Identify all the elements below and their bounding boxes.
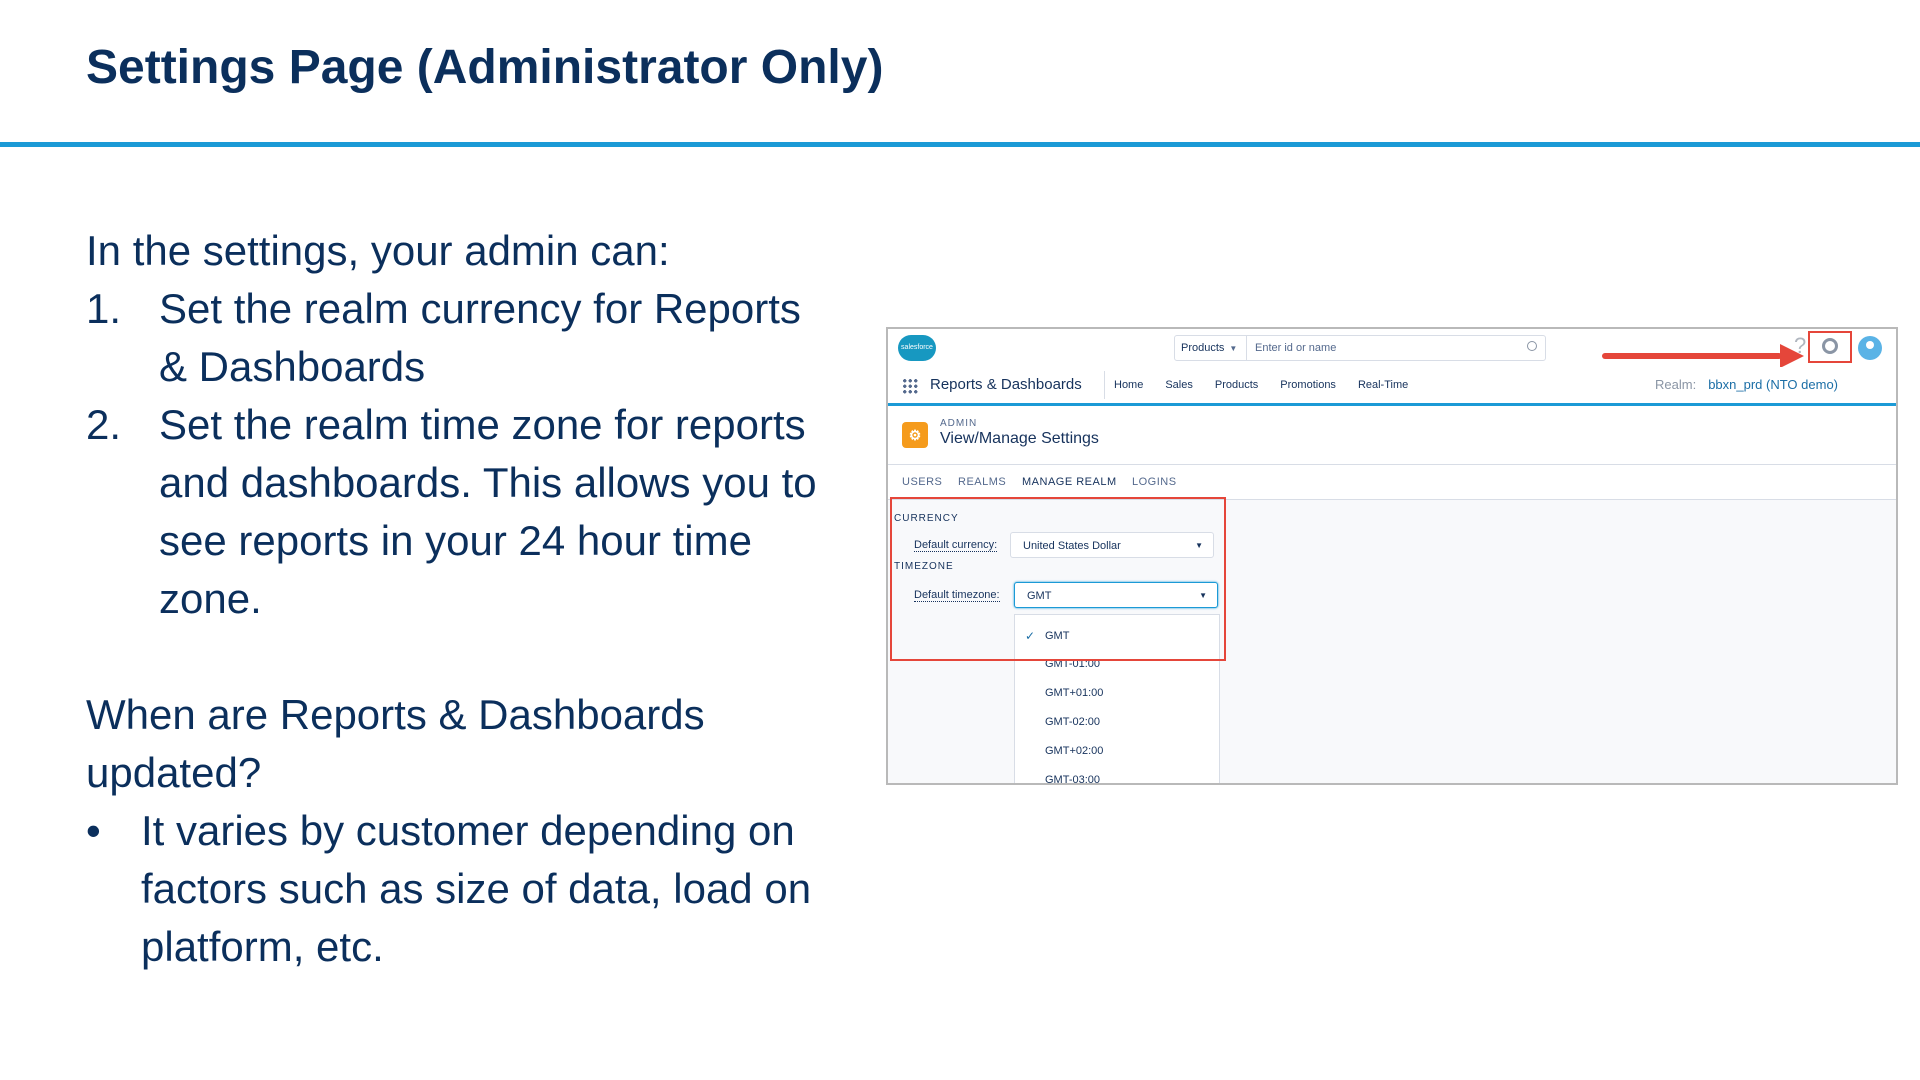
currency-section-label: CURRENCY	[894, 513, 959, 524]
chevron-down-icon: ▼	[1199, 591, 1207, 600]
step-line: Set the realm time zone for reports	[159, 401, 806, 448]
timezone-option[interactable]: GMT-03:00	[1045, 774, 1100, 783]
answer-line: platform, etc.	[141, 923, 384, 970]
step-item: 1. Set the realm currency for Reports & …	[86, 280, 866, 396]
timezone-option[interactable]: GMT-02:00	[1045, 716, 1100, 728]
steps-list: 1. Set the realm currency for Reports & …	[86, 280, 866, 628]
realm-indicator: Realm: bbxn_prd (NTO demo)	[1655, 367, 1838, 403]
global-search[interactable]: Products ▼ Enter id or name	[1174, 335, 1546, 361]
currency-select[interactable]: United States Dollar ▼	[1010, 532, 1214, 558]
app-nav-bar: Reports & Dashboards Home Sales Products Pr…	[888, 367, 1896, 406]
app-name: Reports & Dashboards	[930, 376, 1082, 393]
question-line: updated?	[86, 749, 262, 796]
answer-list: • It varies by customer depending on fac…	[86, 802, 866, 976]
page-header: ⚙ ADMIN View/Manage Settings	[888, 406, 1896, 465]
salesforce-logo-icon[interactable]: salesforce	[898, 335, 936, 361]
callout-arrow-icon	[1602, 353, 1782, 359]
timezone-label: Default timezone:	[914, 589, 1000, 602]
answer-line: It varies by customer depending on	[141, 807, 795, 854]
question-line: When are Reports & Dashboards	[86, 691, 705, 738]
step-number: 2.	[86, 401, 122, 448]
search-scope-label: Products	[1181, 342, 1225, 354]
page-kicker: ADMIN	[940, 418, 978, 429]
question-text: When are Reports & Dashboards updated?	[86, 686, 866, 802]
settings-screenshot: salesforce Products ▼ Enter id or name ? …	[886, 327, 1898, 785]
avatar[interactable]	[1858, 336, 1882, 360]
search-input[interactable]: Enter id or name	[1255, 336, 1336, 360]
tab-realms[interactable]: REALMS	[958, 464, 1006, 500]
realm-label: Realm:	[1655, 377, 1697, 392]
slide-body: In the settings, your admin can: 1. Set …	[86, 222, 866, 976]
settings-tabs: USERS REALMS MANAGE REALM LOGINS	[888, 464, 1896, 502]
step-line: zone.	[159, 575, 262, 622]
chevron-down-icon: ▼	[1229, 344, 1238, 353]
title-divider	[0, 142, 1920, 147]
step-item: 2. Set the realm time zone for reports a…	[86, 396, 866, 628]
bullet-icon: •	[86, 807, 101, 854]
nav-item-products[interactable]: Products	[1215, 379, 1258, 391]
app-launcher-icon[interactable]	[902, 378, 918, 394]
help-icon[interactable]: ?	[1794, 333, 1806, 359]
timezone-option[interactable]: GMT+02:00	[1045, 745, 1103, 757]
page-title: View/Manage Settings	[940, 430, 1099, 447]
global-header: salesforce Products ▼ Enter id or name ?	[888, 329, 1896, 368]
tab-users[interactable]: USERS	[902, 464, 942, 500]
answer-line: factors such as size of data, load on	[141, 865, 812, 912]
nav-item-promotions[interactable]: Promotions	[1280, 379, 1336, 391]
answer-item: • It varies by customer depending on fac…	[86, 802, 866, 976]
nav-divider	[1104, 371, 1105, 399]
chevron-down-icon: ▼	[1195, 541, 1203, 550]
nav-item-home[interactable]: Home	[1114, 379, 1143, 391]
settings-highlight-box	[1808, 331, 1852, 363]
settings-page-icon: ⚙	[902, 422, 928, 448]
step-line: & Dashboards	[159, 343, 426, 390]
nav-item-sales[interactable]: Sales	[1165, 379, 1193, 391]
timezone-value: GMT	[1027, 590, 1052, 602]
timezone-select[interactable]: GMT ▼	[1014, 582, 1218, 608]
currency-value: United States Dollar	[1023, 540, 1121, 552]
nav-items: Home Sales Products Promotions Real-Time	[1114, 367, 1430, 403]
timezone-option[interactable]: GMT+01:00	[1045, 687, 1103, 699]
step-line: Set the realm currency for Reports	[159, 285, 801, 332]
step-number: 1.	[86, 285, 122, 332]
currency-label: Default currency:	[914, 539, 998, 552]
slide-title: Settings Page (Administrator Only)	[86, 41, 884, 94]
step-line: see reports in your 24 hour time	[159, 517, 752, 564]
gear-icon[interactable]	[1822, 338, 1838, 354]
step-line: and dashboards. This allows you to	[159, 459, 817, 506]
nav-item-real-time[interactable]: Real-Time	[1358, 379, 1408, 391]
timezone-section-label: TIMEZONE	[894, 561, 954, 572]
search-icon	[1527, 341, 1537, 351]
tab-logins[interactable]: LOGINS	[1132, 464, 1177, 500]
search-scope-select[interactable]: Products ▼	[1175, 336, 1247, 360]
intro-text: In the settings, your admin can:	[86, 227, 670, 274]
realm-value[interactable]: bbxn_prd (NTO demo)	[1708, 377, 1838, 392]
